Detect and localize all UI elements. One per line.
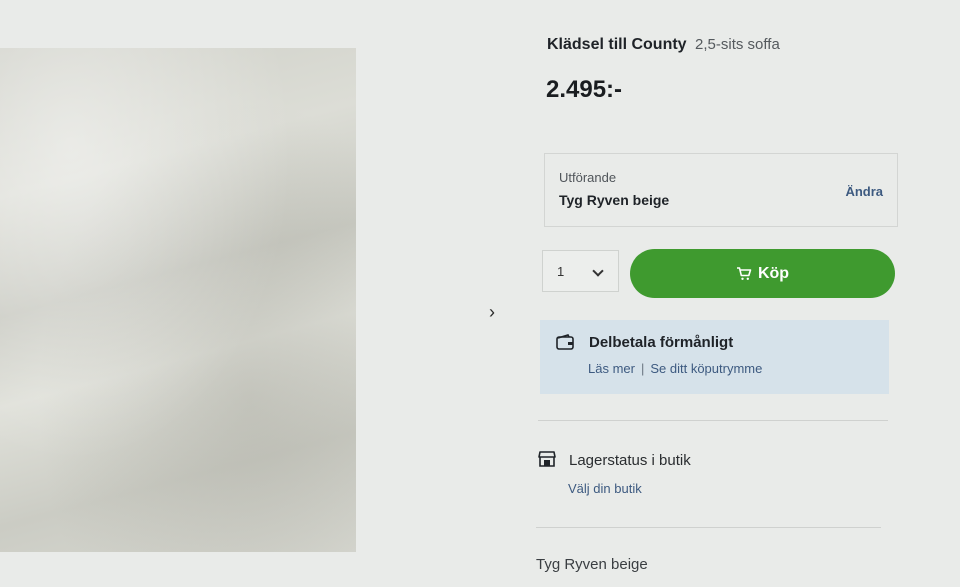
product-image (0, 48, 356, 552)
link-separator: | (640, 361, 645, 376)
product-title: Klädsel till County 2,5-sits soffa (547, 36, 780, 54)
choose-store-link[interactable]: Välj din butik (568, 481, 642, 496)
buy-button[interactable]: Köp (630, 249, 895, 298)
divider (538, 420, 888, 421)
read-more-link[interactable]: Läs mer (588, 361, 635, 376)
variant-label: Utförande (559, 170, 617, 185)
change-variant-link[interactable]: Ändra (845, 184, 883, 199)
chevron-right-icon[interactable]: › (484, 302, 500, 322)
product-title-main: Klädsel till County (547, 36, 687, 53)
wallet-icon (556, 334, 574, 350)
quantity-value: 1 (557, 264, 565, 279)
store-icon (538, 451, 556, 467)
product-subtitle: 2,5-sits soffa (695, 36, 780, 53)
finance-links: Läs mer | Se ditt köputrymme (588, 361, 762, 376)
credit-link[interactable]: Se ditt köputrymme (650, 361, 762, 376)
product-price: 2.495:- (546, 76, 623, 103)
buy-button-label: Köp (757, 264, 790, 282)
divider (536, 527, 881, 528)
cart-icon (736, 266, 752, 280)
stock-status-title: Lagerstatus i butik (569, 452, 691, 469)
finance-title: Delbetala förmånligt (589, 334, 734, 351)
chevron-down-icon (592, 265, 604, 277)
variant-selector: Utförande Tyg Ryven beige Ändra (544, 153, 898, 227)
quantity-select[interactable]: 1 (542, 250, 619, 292)
variant-value: Tyg Ryven beige (559, 192, 670, 208)
finance-panel: Delbetala förmånligt Läs mer | Se ditt köp… (540, 320, 889, 394)
variant-description: Tyg Ryven beige (536, 556, 648, 573)
